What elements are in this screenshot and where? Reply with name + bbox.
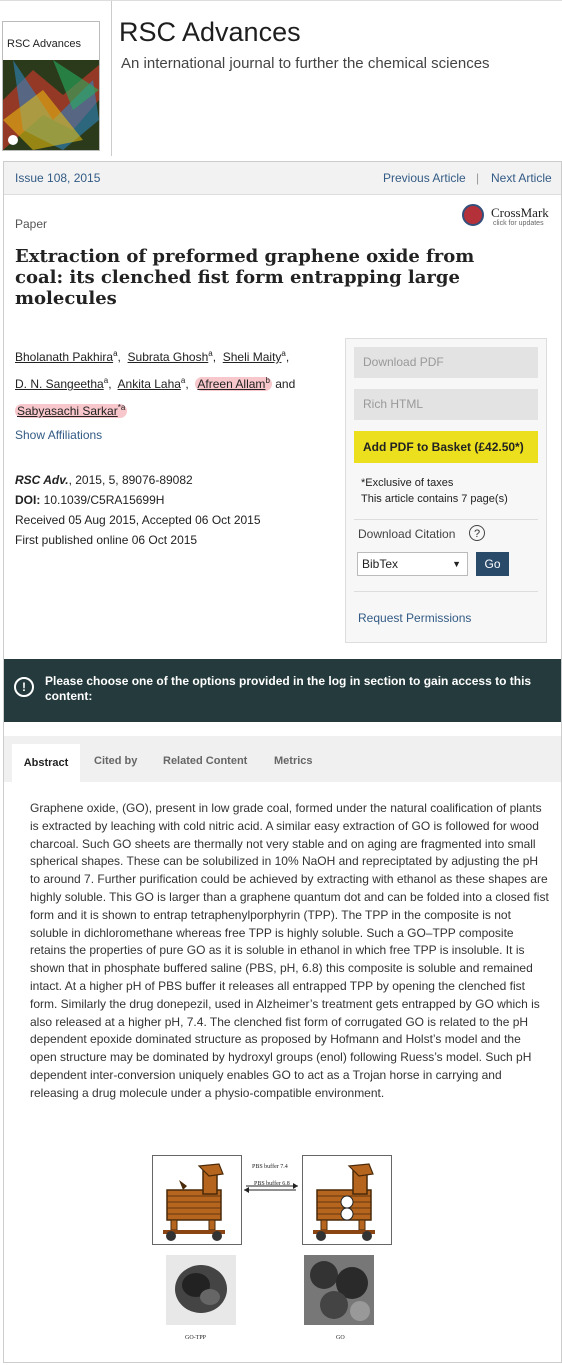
chevron-down-icon: ▼ bbox=[452, 559, 461, 569]
sidebar-actions: Download PDF Rich HTML Add PDF to Basket… bbox=[345, 338, 547, 643]
author-link[interactable]: Ankita Laha bbox=[118, 377, 181, 391]
previous-article-link[interactable]: Previous Article bbox=[383, 171, 466, 185]
trojan-horse-open-image bbox=[302, 1155, 392, 1245]
author-affiliation: *a bbox=[117, 403, 126, 412]
tab-related-content[interactable]: Related Content bbox=[163, 755, 247, 767]
graphical-abstract: PBS buffer 7.4 PBS buffer 6.8 GO-TPP GO bbox=[152, 1151, 412, 1341]
caption-go-tpp: GO-TPP bbox=[185, 1335, 207, 1341]
download-pdf-button[interactable]: Download PDF bbox=[354, 347, 538, 378]
journal-title[interactable]: RSC Advances bbox=[119, 17, 301, 48]
arrow-label-top: PBS buffer 7.4 bbox=[252, 1164, 288, 1170]
go-button[interactable]: Go bbox=[476, 552, 509, 576]
tab-cited-by[interactable]: Cited by bbox=[94, 755, 137, 767]
issue-link[interactable]: Issue 108, 2015 bbox=[15, 171, 100, 185]
rich-html-button[interactable]: Rich HTML bbox=[354, 389, 538, 420]
trojan-horse-closed-image bbox=[152, 1155, 242, 1245]
tem-image-go-tpp bbox=[166, 1255, 236, 1325]
tab-abstract[interactable]: Abstract bbox=[12, 744, 80, 782]
author-affiliation: a bbox=[113, 349, 118, 358]
issue-bar: Issue 108, 2015 Previous Article | Next … bbox=[4, 162, 561, 195]
citation-info: RSC Adv., 2015, 5, 89076-89082 DOI: 10.1… bbox=[15, 470, 261, 550]
crossmark-sublabel: click for updates bbox=[493, 220, 544, 227]
citation-format-select[interactable]: BibTex ▼ bbox=[357, 552, 468, 576]
cover-title: RSC Advances bbox=[7, 38, 81, 50]
add-to-basket-button[interactable]: Add PDF to Basket (£42.50*) bbox=[354, 431, 538, 463]
citation-format-value: BibTex bbox=[362, 557, 399, 571]
cover-art-image bbox=[3, 60, 99, 150]
tab-metrics[interactable]: Metrics bbox=[274, 755, 313, 767]
highlight-mark: Sabyasachi Sarkar*a bbox=[15, 403, 128, 418]
caption-go: GO bbox=[336, 1335, 345, 1341]
help-icon[interactable]: ? bbox=[469, 525, 485, 541]
author-link[interactable]: Subrata Ghosh bbox=[128, 350, 209, 364]
author-link[interactable]: Sheli Maity bbox=[223, 350, 282, 364]
header-divider bbox=[111, 1, 112, 156]
doi-line: DOI: 10.1039/C5RA15699H bbox=[15, 490, 261, 510]
journal-abbrev: RSC Adv. bbox=[15, 473, 69, 487]
journal-cover-image[interactable]: RSC Advances bbox=[2, 21, 100, 151]
divider bbox=[354, 591, 538, 592]
show-affiliations-link[interactable]: Show Affiliations bbox=[15, 428, 102, 442]
journal-header: RSC Advances RSC Advances An internation… bbox=[0, 0, 562, 156]
nav-separator: | bbox=[476, 171, 480, 185]
article-type: Paper bbox=[15, 217, 48, 231]
author-affiliation: a bbox=[180, 376, 186, 385]
content-tabs: Abstract Cited by Related Content Metric… bbox=[4, 736, 561, 782]
request-permissions-link[interactable]: Request Permissions bbox=[358, 611, 471, 625]
next-article-link[interactable]: Next Article bbox=[491, 171, 552, 185]
author-link[interactable]: Sabyasachi Sarkar bbox=[17, 404, 118, 418]
crossmark-badge[interactable]: CrossMark click for updates bbox=[462, 203, 557, 231]
abstract-text: Graphene oxide, (GO), present in low gra… bbox=[30, 801, 549, 1100]
alert-icon: ! bbox=[14, 677, 34, 697]
author-affiliation: b bbox=[265, 376, 270, 385]
published-date: First published online 06 Oct 2015 bbox=[15, 533, 198, 547]
divider bbox=[354, 519, 538, 520]
author-link[interactable]: D. N. Sangeetha bbox=[15, 377, 104, 391]
taxes-note: *Exclusive of taxes bbox=[361, 477, 454, 489]
page-count-note: This article contains 7 page(s) bbox=[361, 493, 508, 505]
highlight-mark: Afreen Allamb bbox=[195, 376, 272, 391]
reference-detail: , 2015, 5, 89076-89082 bbox=[68, 473, 193, 487]
crossmark-label: CrossMark bbox=[491, 205, 549, 220]
doi-label: DOI: bbox=[15, 493, 41, 507]
crossmark-icon bbox=[462, 204, 484, 226]
received-date: Received 05 Aug 2015, Accepted 06 Oct 20… bbox=[15, 513, 261, 527]
doi-value[interactable]: 10.1039/C5RA15699H bbox=[40, 493, 165, 507]
author-affiliation: a bbox=[103, 376, 109, 385]
and-text: and bbox=[275, 377, 296, 391]
author-affiliation: a bbox=[281, 349, 286, 358]
access-alert: ! Please choose one of the options provi… bbox=[4, 659, 561, 722]
author-link[interactable]: Afreen Allam bbox=[197, 377, 265, 391]
author-link[interactable]: Bholanath Pakhira bbox=[15, 350, 113, 364]
arrow-label-bottom: PBS buffer 6.8 bbox=[254, 1181, 290, 1187]
download-citation-label: Download Citation bbox=[358, 527, 456, 541]
alert-message: Please choose one of the options provide… bbox=[45, 674, 532, 703]
journal-subtitle: An international journal to further the … bbox=[121, 55, 490, 72]
author-affiliation: a bbox=[208, 349, 213, 358]
author-list: Bholanath Pakhiraa, Subrata Ghosha, Shel… bbox=[15, 349, 296, 418]
article-panel: Issue 108, 2015 Previous Article | Next … bbox=[3, 161, 562, 1363]
reversible-arrow bbox=[244, 1183, 298, 1193]
journal-reference: RSC Adv., 2015, 5, 89076-89082 bbox=[15, 470, 261, 490]
tem-image-go bbox=[304, 1255, 374, 1325]
article-title: Extraction of preformed graphene oxide f… bbox=[15, 246, 475, 309]
